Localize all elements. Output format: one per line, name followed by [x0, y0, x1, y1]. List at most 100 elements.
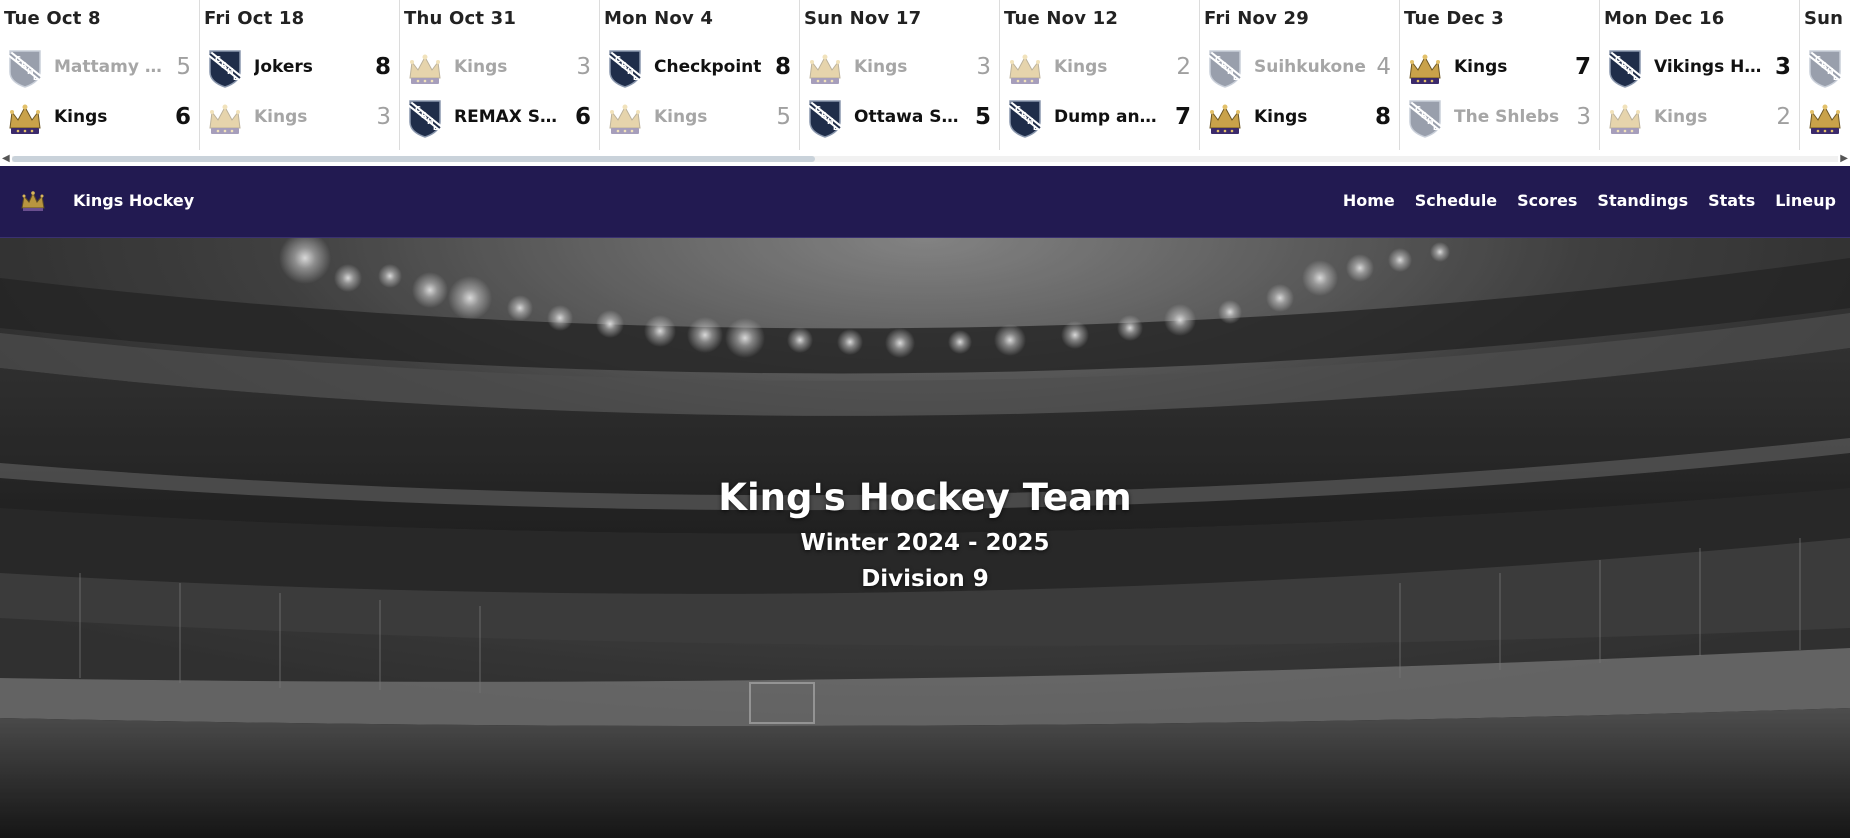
team-score: 5 [176, 54, 191, 80]
crhl-logo-icon: CRHL [806, 98, 844, 138]
scrollbar-track[interactable] [12, 156, 1838, 162]
team-score: 7 [1174, 104, 1191, 130]
scrollbar-thumb[interactable] [12, 156, 816, 162]
team-name: Kings [454, 57, 508, 77]
nav-lineup[interactable]: Lineup [1775, 191, 1836, 210]
game-card[interactable]: Fri Oct 18 C R H L Jokers 8 Kings 3 [200, 0, 400, 150]
game-card[interactable]: Mon Dec 16 CRHL Vikings Hockey 3 Kings 2 [1600, 0, 1800, 150]
nav-home[interactable]: Home [1343, 191, 1395, 210]
svg-text:L: L [233, 74, 238, 82]
game-card[interactable]: Tue Nov 12 Kings 2 CRHL Dump and Chase 7 [1000, 0, 1200, 150]
game-card[interactable]: Sun Nov 17 Kings 3 CRHL Ottawa Sports 5 [800, 0, 1000, 150]
scores-strip: Tue Oct 8 CRHL Mattamy Homes 5 Kings 6 Fri Oct… [0, 0, 1850, 166]
svg-text:L: L [833, 124, 838, 132]
navbar: Kings Hockey Home Schedule Scores Standi… [0, 166, 1850, 238]
game-date: Thu Oct 31 [404, 8, 517, 29]
nav-links: Home Schedule Scores Standings Stats Lin… [1343, 191, 1836, 210]
team-score: 3 [976, 54, 991, 80]
team-name: Kings [1654, 107, 1708, 127]
team-row: Kings 2 [1000, 46, 1199, 90]
team-score: 5 [974, 104, 991, 130]
kings-logo-icon [606, 98, 644, 138]
team-score: 6 [174, 104, 191, 130]
team-name: Kings [654, 107, 708, 127]
team-name: Kings [1054, 57, 1108, 77]
svg-text:L: L [33, 74, 38, 82]
nav-standings[interactable]: Standings [1597, 191, 1688, 210]
kings-logo-icon [6, 98, 44, 138]
nav-schedule[interactable]: Schedule [1415, 191, 1497, 210]
hero-text: King's Hockey Team Winter 2024 - 2025 Di… [0, 475, 1850, 597]
team-score: 5 [776, 104, 791, 130]
game-date: Fri Nov 29 [1204, 8, 1309, 29]
svg-text:L: L [1633, 74, 1638, 82]
kings-logo-icon [1806, 98, 1844, 138]
crhl-logo-icon: CRHL [606, 48, 644, 88]
team-row: Kings 2 [1600, 96, 1799, 140]
hero-season: Winter 2024 - 2025 [800, 530, 1050, 556]
team-row: C R H L Checkpoint 8 [600, 46, 799, 90]
crhl-logo-icon: CRHL [206, 48, 244, 88]
kings-logo-icon [1406, 48, 1444, 88]
team-name: Dump and Chase [1054, 107, 1166, 127]
team-score: 7 [1574, 54, 1591, 80]
kings-logo-icon [1606, 98, 1644, 138]
team-score: 3 [376, 104, 391, 130]
game-date: Mon Dec 16 [1604, 8, 1725, 29]
team-row: Kings 5 [600, 96, 799, 140]
team-name: Kings [854, 57, 908, 77]
svg-text:L: L [1033, 124, 1038, 132]
kings-logo-icon [406, 48, 444, 88]
team-name: Kings [254, 107, 308, 127]
game-card[interactable]: Tue Oct 8 CRHL Mattamy Homes 5 Kings 6 [0, 0, 200, 150]
team-name: Suihkukone [1254, 57, 1366, 77]
game-card[interactable]: Tue Dec 3 Kings 7 C R H L The Shlebs 3 [1400, 0, 1600, 150]
game-date: Tue Dec 3 [1404, 8, 1505, 29]
team-name: Ottawa Sports [854, 107, 966, 127]
team-score: 3 [1576, 104, 1591, 130]
team-row: Kings 7 [1400, 46, 1599, 90]
game-card[interactable]: Sun Dec CRHL [1800, 0, 1850, 150]
game-card[interactable]: Thu Oct 31 Kings 3 CRHL REMAX Select 6 [400, 0, 600, 150]
crhl-logo-icon: CRHL [1406, 98, 1444, 138]
svg-text:L: L [1433, 124, 1438, 132]
crown-icon[interactable] [18, 186, 48, 216]
chevron-left-icon[interactable]: ◀ [2, 153, 10, 164]
game-date: Fri Oct 18 [204, 8, 305, 29]
team-name: Kings [1254, 107, 1308, 127]
svg-text:L: L [1233, 74, 1238, 82]
team-row: C R H L The Shlebs 3 [1400, 96, 1599, 140]
team-row: Kings 6 [0, 96, 199, 140]
team-score: 6 [574, 104, 591, 130]
svg-text:L: L [433, 124, 438, 132]
team-score: 4 [1376, 54, 1391, 80]
nav-stats[interactable]: Stats [1708, 191, 1755, 210]
team-name: Jokers [254, 57, 313, 77]
team-score: 2 [1776, 104, 1791, 130]
team-score: 8 [374, 54, 391, 80]
team-score: 8 [1374, 104, 1391, 130]
brand-name[interactable]: Kings Hockey [73, 191, 194, 210]
team-row: Kings 3 [200, 96, 399, 140]
game-card[interactable]: Fri Nov 29 C R H L Suihkukone 4 Kings 8 [1200, 0, 1400, 150]
game-date: Tue Nov 12 [1004, 8, 1119, 29]
team-score: 3 [576, 54, 591, 80]
team-name: Mattamy Homes [54, 57, 166, 77]
team-score: 3 [1774, 54, 1791, 80]
chevron-right-icon[interactable]: ▶ [1840, 153, 1848, 164]
game-date: Tue Oct 8 [4, 8, 101, 29]
team-row: Kings 3 [800, 46, 999, 90]
crhl-logo-icon: CRHL [1806, 48, 1844, 88]
team-row: Kings 8 [1200, 96, 1399, 140]
horizontal-scrollbar[interactable]: ◀ ▶ [0, 150, 1850, 166]
hero-title: King's Hockey Team [718, 476, 1132, 519]
svg-text:L: L [633, 74, 638, 82]
team-row: CRHL Vikings Hockey 3 [1600, 46, 1799, 90]
game-card[interactable]: Mon Nov 4 C R H L Checkpoint 8 Kings 5 [600, 0, 800, 150]
nav-scores[interactable]: Scores [1517, 191, 1577, 210]
hero-banner: King's Hockey Team Winter 2024 - 2025 Di… [0, 238, 1850, 838]
kings-logo-icon [206, 98, 244, 138]
crhl-logo-icon: CRHL [1606, 48, 1644, 88]
team-name: REMAX Select [454, 107, 566, 127]
team-row: CRHL REMAX Select 6 [400, 96, 599, 140]
